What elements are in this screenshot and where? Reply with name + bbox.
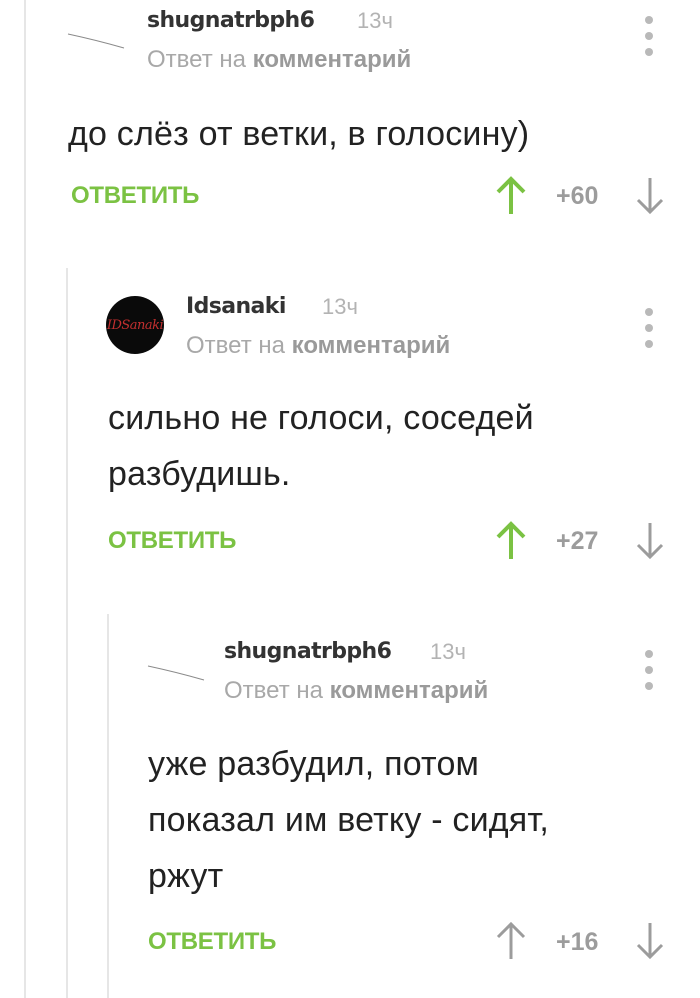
downvote-arrow-icon[interactable] <box>635 921 665 961</box>
username[interactable]: shugnatrbph6 <box>224 639 392 664</box>
more-options-icon[interactable] <box>644 650 654 690</box>
comment-time: 13ч <box>357 8 393 33</box>
thread-line-level-2 <box>66 268 68 998</box>
thread-line-level-1 <box>24 0 26 998</box>
reply-to-line: Ответ на комментарий <box>186 332 450 360</box>
comment-text: сильно не голоси, соседей разбудишь. <box>108 399 534 493</box>
user-avatar[interactable]: IDSanaki <box>106 296 164 354</box>
reply-to-comment-link[interactable]: комментарий <box>330 677 489 704</box>
downvote-arrow-icon[interactable] <box>635 521 665 561</box>
user-avatar[interactable] <box>146 658 206 688</box>
more-options-icon[interactable] <box>644 308 654 348</box>
reply-to-comment-link[interactable]: комментарий <box>292 332 451 359</box>
comment-text: до слёз от ветки, в голосину) <box>68 115 530 153</box>
more-options-icon[interactable] <box>644 16 654 56</box>
downvote-arrow-icon[interactable] <box>635 176 665 216</box>
user-avatar[interactable] <box>66 26 126 56</box>
comment-score: +16 <box>556 928 599 956</box>
reply-button[interactable]: ОТВЕТИТЬ <box>148 928 276 956</box>
comment-score: +27 <box>556 527 599 555</box>
reply-button[interactable]: ОТВЕТИТЬ <box>108 527 236 555</box>
reply-to-prefix: Ответ на <box>147 46 246 73</box>
reply-button[interactable]: ОТВЕТИТЬ <box>71 182 199 210</box>
comment-time: 13ч <box>322 294 358 319</box>
comment-text: уже разбудил, потом показал им ветку - с… <box>148 745 550 895</box>
reply-to-line: Ответ на комментарий <box>147 46 411 74</box>
reply-to-prefix: Ответ на <box>186 332 285 359</box>
reply-to-prefix: Ответ на <box>224 677 323 704</box>
comment-score: +60 <box>556 182 599 210</box>
username[interactable]: shugnatrbph6 <box>147 8 315 33</box>
thread-line-level-3 <box>107 614 109 998</box>
reply-to-comment-link[interactable]: комментарий <box>253 46 412 73</box>
username[interactable]: Idsanaki <box>186 294 286 319</box>
upvote-arrow-icon[interactable] <box>494 176 528 216</box>
reply-to-line: Ответ на комментарий <box>224 677 488 705</box>
upvote-arrow-icon[interactable] <box>494 521 528 561</box>
comment-time: 13ч <box>430 639 466 664</box>
upvote-arrow-icon[interactable] <box>494 921 528 961</box>
